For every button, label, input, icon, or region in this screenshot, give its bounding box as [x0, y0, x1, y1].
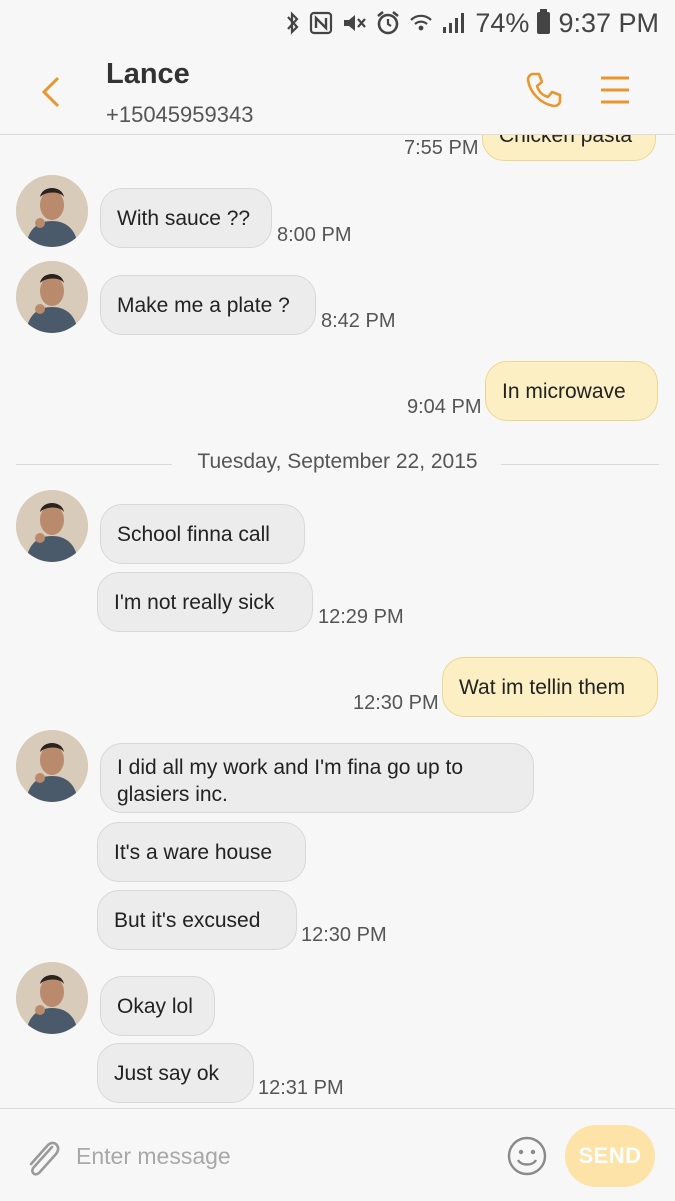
- menu-button[interactable]: [598, 74, 632, 106]
- paperclip-icon: [29, 1141, 60, 1176]
- message-text: With sauce ??: [117, 206, 251, 230]
- mute-icon: [341, 11, 367, 35]
- attach-button[interactable]: [22, 1135, 62, 1181]
- status-time: 9:37 PM: [558, 7, 659, 38]
- wifi-icon: [409, 11, 433, 35]
- date-separator: Tuesday, September 22, 2015: [16, 450, 659, 480]
- message-text: But it's excused: [114, 908, 261, 932]
- message-bubble-outgoing[interactable]: Wat im tellin them: [442, 657, 658, 717]
- message-bubble-incoming[interactable]: School finna call: [100, 504, 305, 564]
- message-time: 12:29 PM: [318, 606, 404, 628]
- message-input[interactable]: [74, 1135, 478, 1177]
- date-separator-label: Tuesday, September 22, 2015: [197, 450, 478, 473]
- back-button[interactable]: [36, 74, 66, 110]
- message-time: 8:00 PM: [277, 224, 352, 246]
- contact-name[interactable]: Lance: [106, 58, 190, 91]
- message-text: I did all my work and I'm fina go up to …: [117, 756, 464, 806]
- phone-icon: [526, 72, 562, 108]
- message-text: I'm not really sick: [114, 590, 275, 614]
- menu-icon: [601, 76, 629, 104]
- nfc-icon: [309, 11, 333, 35]
- message-bubble-incoming[interactable]: It's a ware house: [97, 822, 306, 882]
- message-bubble-outgoing[interactable]: Chicken pasta: [482, 135, 656, 161]
- message-text: Wat im tellin them: [459, 675, 626, 699]
- contact-number: +15045959343: [106, 102, 254, 127]
- message-text: School finna call: [117, 522, 270, 546]
- back-arrow-icon: [41, 76, 60, 108]
- message-bubble-incoming[interactable]: I'm not really sick: [97, 572, 313, 632]
- avatar[interactable]: [16, 261, 88, 333]
- alarm-icon: [375, 10, 401, 36]
- call-button[interactable]: [524, 70, 564, 110]
- message-bubble-incoming[interactable]: But it's excused: [97, 890, 297, 950]
- battery-percent: 74%: [475, 7, 530, 38]
- message-bubble-incoming[interactable]: Make me a plate ?: [100, 275, 316, 335]
- emoji-button[interactable]: [506, 1135, 548, 1177]
- signal-icon: [441, 11, 467, 35]
- message-text: In microwave: [502, 379, 626, 403]
- message-list[interactable]: Chicken pasta 7:55 PM With sauce ?? 8:00…: [0, 135, 675, 1108]
- message-time: 12:30 PM: [353, 692, 439, 714]
- status-icons: 74% 9:37 PM: [285, 6, 659, 40]
- message-time: 12:31 PM: [258, 1077, 344, 1099]
- message-time: 8:42 PM: [321, 310, 396, 332]
- message-time: 7:55 PM: [404, 137, 479, 159]
- emoji-icon: [507, 1136, 547, 1176]
- battery-icon: [537, 9, 551, 34]
- message-bubble-outgoing[interactable]: In microwave: [485, 361, 658, 421]
- message-text: Make me a plate ?: [117, 293, 290, 317]
- message-text: Chicken pasta: [499, 135, 633, 147]
- bluetooth-icon: [285, 10, 301, 36]
- avatar[interactable]: [16, 490, 88, 562]
- message-time: 9:04 PM: [407, 396, 482, 418]
- message-time: 12:30 PM: [301, 924, 387, 946]
- message-composer: SEND: [0, 1108, 675, 1201]
- send-button[interactable]: SEND: [565, 1125, 655, 1187]
- conversation-header: Lance +15045959343: [0, 48, 675, 135]
- status-bar: 74% 9:37 PM: [0, 0, 675, 48]
- message-text: It's a ware house: [114, 840, 273, 864]
- avatar[interactable]: [16, 962, 88, 1034]
- message-bubble-incoming[interactable]: I did all my work and I'm fina go up to …: [100, 743, 534, 813]
- message-text: Okay lol: [117, 994, 193, 1018]
- message-bubble-incoming[interactable]: Just say ok: [97, 1043, 254, 1103]
- message-text: Just say ok: [114, 1061, 220, 1085]
- avatar[interactable]: [16, 730, 88, 802]
- message-bubble-incoming[interactable]: With sauce ??: [100, 188, 272, 248]
- message-bubble-incoming[interactable]: Okay lol: [100, 976, 215, 1036]
- avatar[interactable]: [16, 175, 88, 247]
